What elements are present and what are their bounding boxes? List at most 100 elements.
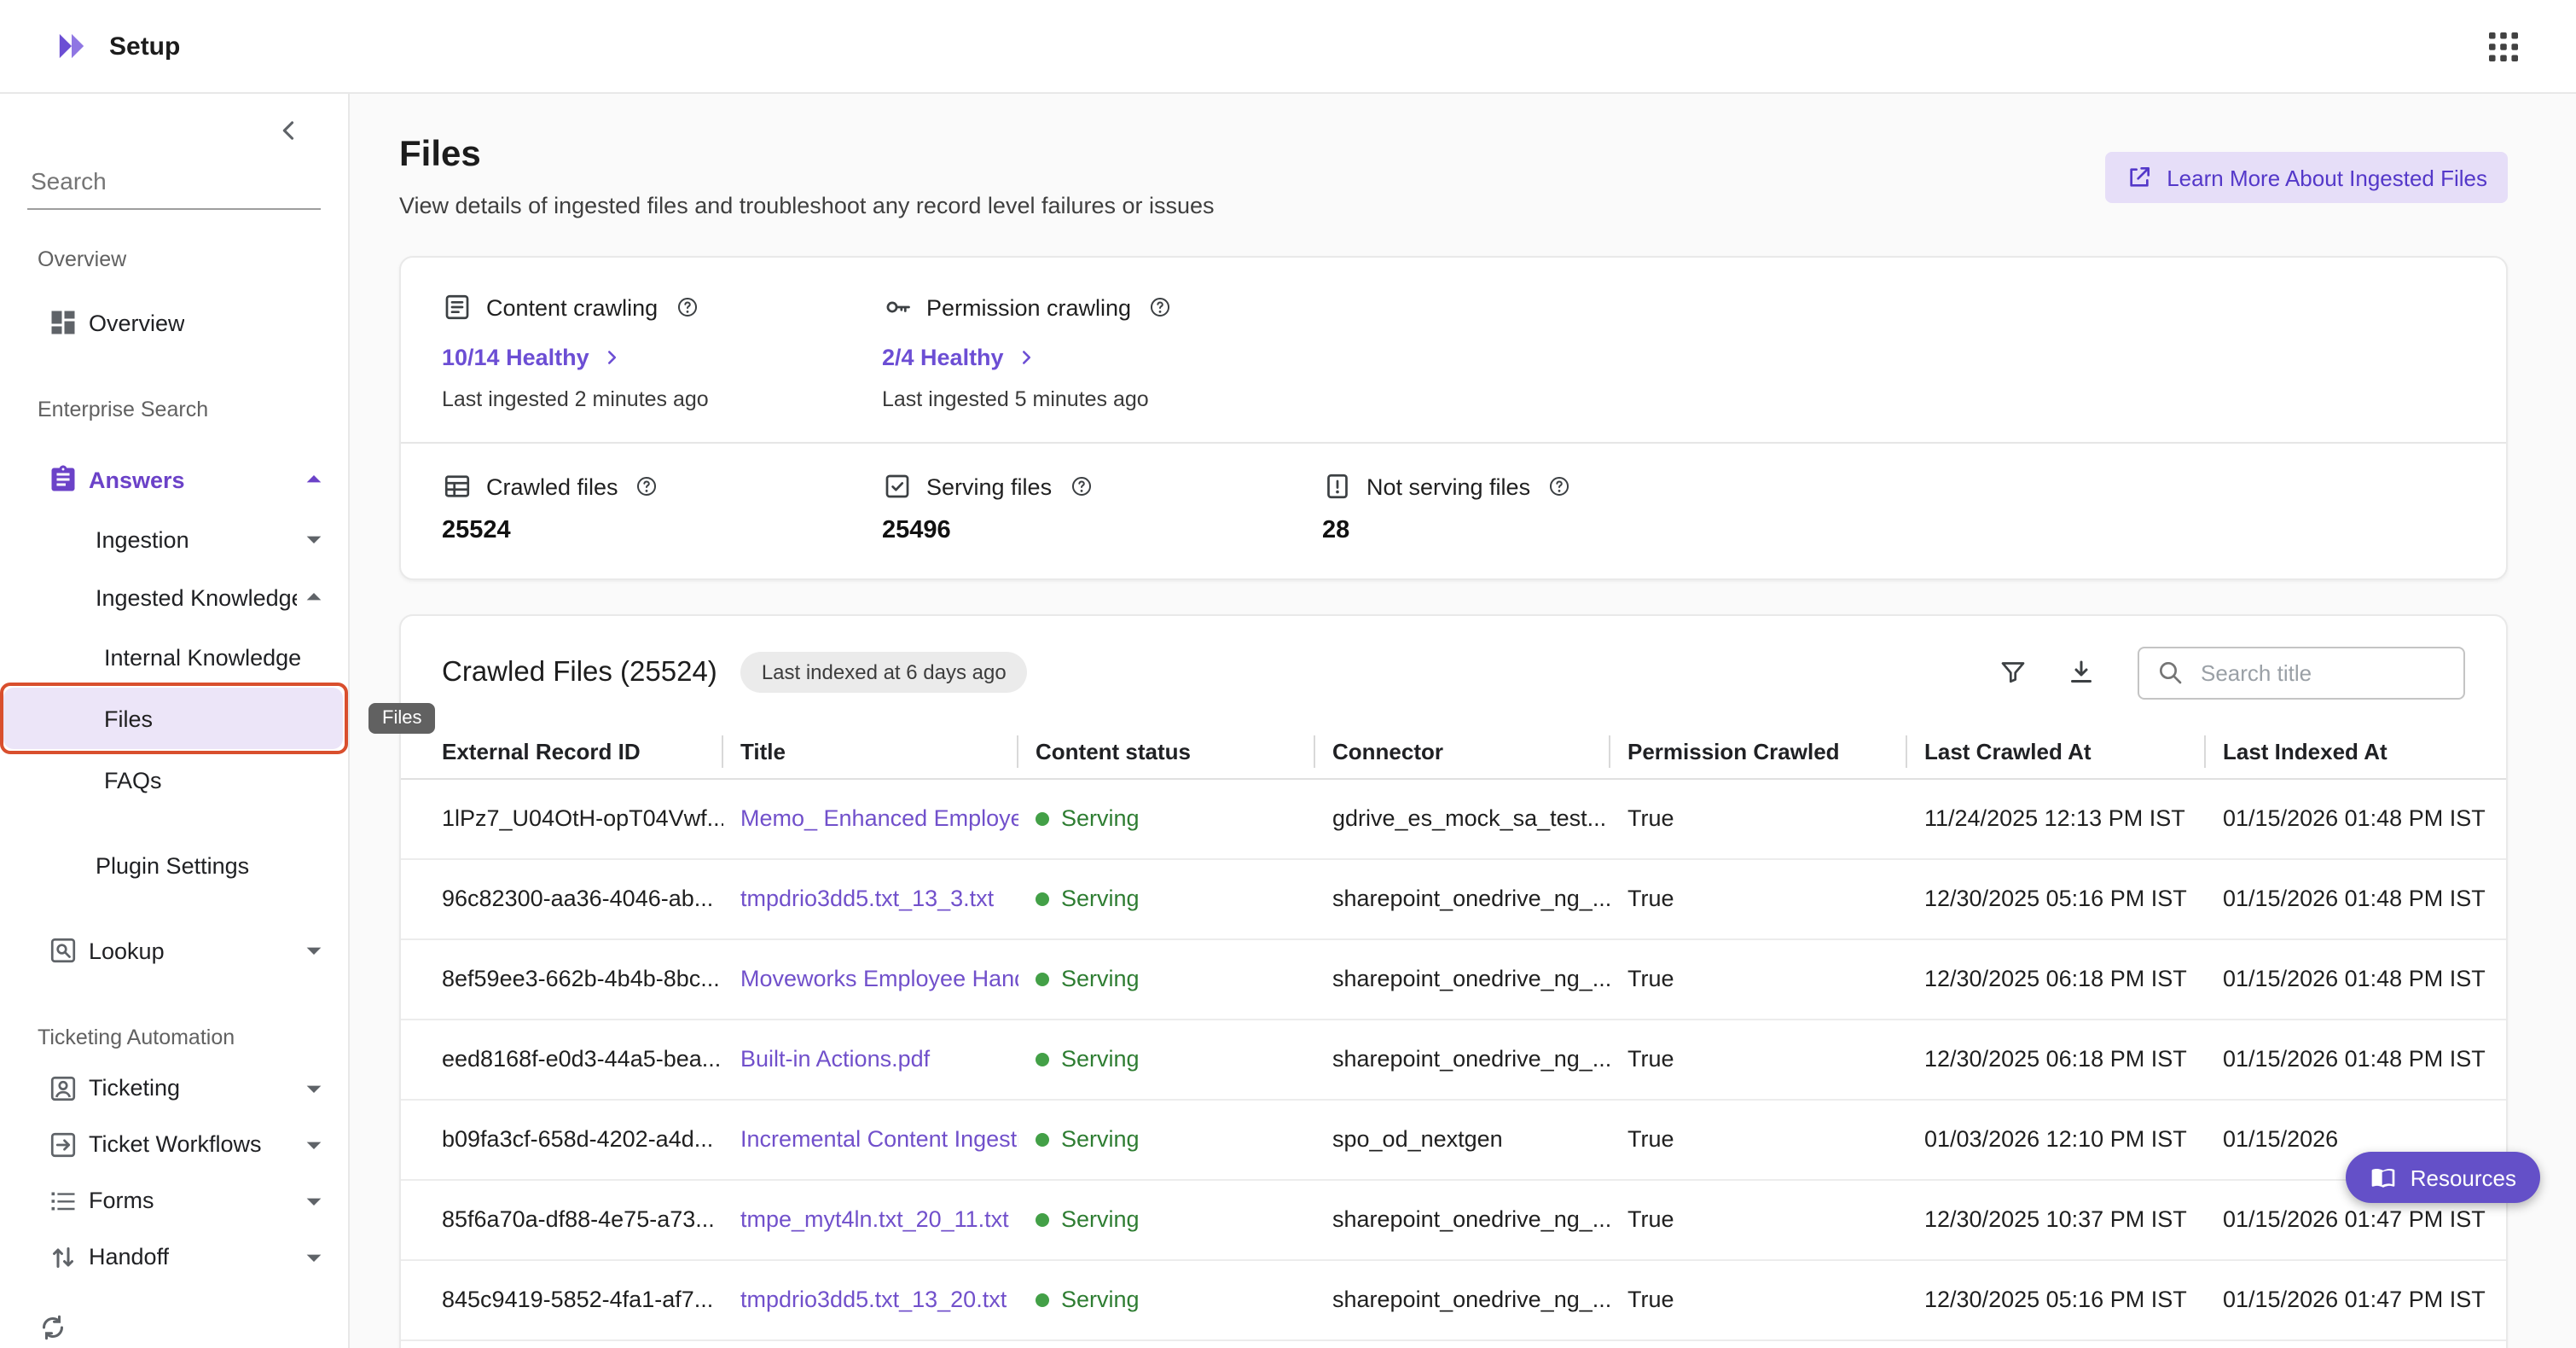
table-row[interactable]: b09fa3cf-658d-4202-a4d... Incremental Co… (401, 1099, 2506, 1179)
help-icon[interactable] (1148, 295, 1172, 319)
not-serving-files-value: 28 (1322, 517, 1762, 544)
sidebar-item-partial[interactable] (0, 1312, 348, 1343)
caret-down-icon[interactable] (297, 933, 331, 967)
sidebar-search-input[interactable] (27, 165, 343, 195)
resources-button[interactable]: Resources (2346, 1152, 2540, 1203)
help-icon[interactable] (675, 295, 699, 319)
connector-cell: sharepoint_onedrive_ng_... (1315, 1179, 1610, 1259)
sidebar-item-ticketing[interactable]: Ticketing (0, 1060, 348, 1116)
content-status: Serving (1036, 805, 1302, 831)
sidebar-item-ingestion[interactable]: Ingestion (0, 510, 348, 568)
table-row[interactable]: 1lPz7_U04OtH-opT04Vwf... Memo_ Enhanced … (401, 778, 2506, 858)
permission-cell: True (1610, 1179, 1907, 1259)
sidebar-item-overview[interactable]: Overview (0, 292, 348, 353)
file-title-link[interactable]: Memo_ Enhanced Employee (740, 805, 1018, 831)
section-label-overview: Overview (0, 247, 348, 271)
col-header-content-status[interactable]: Content status (1018, 725, 1315, 778)
title-search[interactable] (2138, 646, 2465, 699)
file-title-link[interactable]: Moveworks Employee Handb (740, 966, 1018, 991)
record-id-cell: 1lPz7_U04OtH-opT04Vwf... (401, 778, 723, 858)
highlight-annotation-box (0, 683, 348, 754)
last-crawled-cell: 12/30/2025 05:16 PM IST (1907, 858, 2206, 938)
lookup-icon (48, 935, 78, 966)
brand: Setup (55, 29, 180, 63)
caret-down-icon[interactable] (297, 1183, 331, 1217)
col-header-permission-crawled[interactable]: Permission Crawled (1610, 725, 1907, 778)
sidebar-item-forms[interactable]: Forms (0, 1172, 348, 1229)
table-row[interactable]: eed8168f-e0d3-44a5-bea... Built-in Actio… (401, 1019, 2506, 1099)
file-title-link[interactable]: tmpdrio3dd5.txt_13_20.txt (740, 1287, 1007, 1312)
file-title-link[interactable]: Incremental Content Ingestio (740, 1126, 1018, 1152)
status-dot-icon (1036, 892, 1049, 905)
caret-down-icon[interactable] (297, 1240, 331, 1274)
learn-more-button[interactable]: Learn More About Ingested Files (2105, 152, 2508, 203)
connector-cell: sharepoint_onedrive_ng_... (1315, 1259, 1610, 1339)
chevron-right-icon (601, 346, 624, 369)
permission-cell: True (1610, 1019, 1907, 1099)
filter-icon (1998, 657, 2028, 688)
col-header-last-indexed-at[interactable]: Last Indexed At (2206, 725, 2506, 778)
caret-up-icon[interactable] (297, 580, 331, 614)
content-status: Serving (1036, 1046, 1302, 1072)
last-indexed-cell: 01/15/2026 01:48 PM IST (2206, 1019, 2506, 1099)
table-row[interactable]: 8ef59ee3-662b-4b4b-8bc... Moveworks Empl… (401, 938, 2506, 1019)
sidebar-item-internal-knowledge[interactable]: Internal Knowledge (0, 626, 348, 688)
sidebar-collapse-button[interactable] (0, 94, 348, 152)
title-search-input[interactable] (2197, 658, 2446, 687)
files-tooltip: Files (368, 703, 435, 734)
crawled-files-value: 25524 (442, 517, 882, 544)
sidebar-item-ticket-workflows[interactable]: Ticket Workflows (0, 1116, 348, 1172)
sidebar-item-files[interactable]: Files Files (3, 688, 343, 749)
dashboard-icon (48, 307, 78, 338)
last-indexed-cell: 01/15/2026 01:48 PM IST (2206, 778, 2506, 858)
apps-grid-button[interactable] (2482, 25, 2525, 67)
permission-cell: True (1610, 938, 1907, 1019)
sync-icon (38, 1312, 68, 1343)
status-dot-icon (1036, 811, 1049, 825)
crawled-files-table: External Record ID Title Content status … (401, 725, 2506, 1340)
table-row[interactable]: 96c82300-aa36-4046-ab... tmpdrio3dd5.txt… (401, 858, 2506, 938)
permission-cell: True (1610, 1099, 1907, 1179)
col-header-title[interactable]: Title (723, 725, 1018, 778)
help-icon[interactable] (1069, 474, 1093, 498)
app-title: Setup (109, 32, 180, 61)
sidebar-item-faqs[interactable]: FAQs (0, 749, 348, 811)
col-header-external-record-id[interactable]: External Record ID (401, 725, 723, 778)
caret-down-icon[interactable] (297, 1127, 331, 1161)
sidebar-item-lookup[interactable]: Lookup (0, 920, 348, 981)
caret-up-icon[interactable] (297, 462, 331, 497)
document-icon (442, 292, 473, 322)
table-row[interactable]: 845c9419-5852-4fa1-af7... tmpdrio3dd5.tx… (401, 1259, 2506, 1339)
file-title-link[interactable]: tmpe_myt4ln.txt_20_11.txt (740, 1206, 1009, 1232)
file-title-link[interactable]: tmpdrio3dd5.txt_13_3.txt (740, 886, 994, 911)
caret-down-icon[interactable] (297, 522, 331, 556)
filter-button[interactable] (1984, 643, 2042, 701)
sidebar-item-plugin-settings[interactable]: Plugin Settings (0, 834, 348, 896)
status-dot-icon (1036, 972, 1049, 985)
permission-crawling-last-ingested: Last ingested 5 minutes ago (882, 387, 1322, 411)
download-button[interactable] (2052, 643, 2110, 701)
sidebar-search[interactable] (27, 152, 321, 210)
agent-icon (48, 1072, 78, 1103)
content-status: Serving (1036, 886, 1302, 911)
col-header-connector[interactable]: Connector (1315, 725, 1610, 778)
sidebar-item-answers[interactable]: Answers (0, 449, 348, 510)
col-header-last-crawled-at[interactable]: Last Crawled At (1907, 725, 2206, 778)
permission-crawling-healthy-link[interactable]: 2/4 Healthy (882, 345, 1322, 370)
content-status: Serving (1036, 966, 1302, 991)
record-id-cell: eed8168f-e0d3-44a5-bea... (401, 1019, 723, 1099)
last-indexed-cell: 01/15/2026 01:47 PM IST (2206, 1259, 2506, 1339)
record-id-cell: 8ef59ee3-662b-4b4b-8bc... (401, 938, 723, 1019)
content-crawling-healthy-link[interactable]: 10/14 Healthy (442, 345, 882, 370)
help-icon[interactable] (635, 474, 659, 498)
help-icon[interactable] (1547, 474, 1571, 498)
section-label-enterprise-search: Enterprise Search (0, 398, 348, 421)
table-header-row: External Record ID Title Content status … (401, 725, 2506, 778)
list-icon (48, 1185, 78, 1216)
workflow-icon (48, 1129, 78, 1159)
caret-down-icon[interactable] (297, 1071, 331, 1105)
sidebar-item-handoff[interactable]: Handoff (0, 1229, 348, 1285)
table-row[interactable]: 85f6a70a-df88-4e75-a73... tmpe_myt4ln.tx… (401, 1179, 2506, 1259)
sidebar-item-ingested-knowledge[interactable]: Ingested Knowledge (0, 568, 348, 626)
file-title-link[interactable]: Built-in Actions.pdf (740, 1046, 930, 1072)
